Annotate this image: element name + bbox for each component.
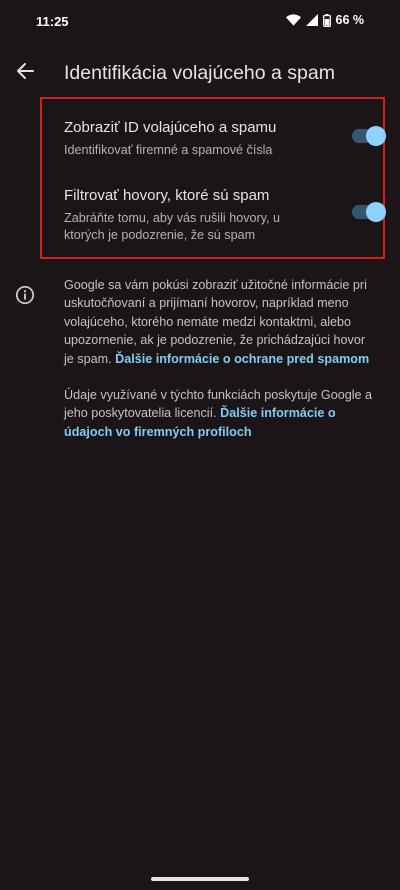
back-arrow-icon <box>16 62 34 85</box>
status-icons: 66 % <box>285 13 365 27</box>
signal-icon <box>305 14 318 26</box>
filter-spam-toggle[interactable] <box>352 202 386 222</box>
app-bar: Identifikácia volajúceho a spam <box>0 50 400 96</box>
page-title: Identifikácia volajúceho a spam <box>64 62 335 84</box>
setting-subtitle: Zabráňte tomu, aby vás rušili hovory, u … <box>64 211 281 242</box>
info-icon <box>15 285 35 305</box>
wifi-icon <box>285 14 301 26</box>
home-indicator[interactable] <box>151 877 249 881</box>
setting-title: Filtrovať hovory, ktoré sú spam <box>64 187 270 204</box>
battery-percent: 66 % <box>335 13 365 27</box>
info-paragraph-1: Google sa vám pokúsi zobraziť užitočné i… <box>64 276 376 368</box>
back-button[interactable] <box>6 54 44 92</box>
info-paragraph-2: Údaje využívané v týchto funkciách posky… <box>64 386 376 441</box>
spam-protection-link[interactable]: Ďalšie informácie o ochrane pred spamom <box>115 352 369 366</box>
info-text: Google sa vám pokúsi zobraziť užitočné i… <box>64 276 376 441</box>
toggle-knob <box>366 126 386 146</box>
setting-caller-id[interactable]: Zobraziť ID volajúceho a spamu Identifik… <box>64 119 386 159</box>
status-bar: 11:25 66 % <box>0 0 400 44</box>
caller-id-toggle[interactable] <box>352 126 386 146</box>
status-time: 11:25 <box>36 14 69 29</box>
toggle-knob <box>366 202 386 222</box>
battery-icon <box>322 13 331 27</box>
setting-title: Zobraziť ID volajúceho a spamu <box>64 119 277 136</box>
setting-filter-spam[interactable]: Filtrovať hovory, ktoré sú spam Zabráňte… <box>64 187 386 244</box>
setting-subtitle: Identifikovať firemné a spamové čísla <box>64 143 273 157</box>
